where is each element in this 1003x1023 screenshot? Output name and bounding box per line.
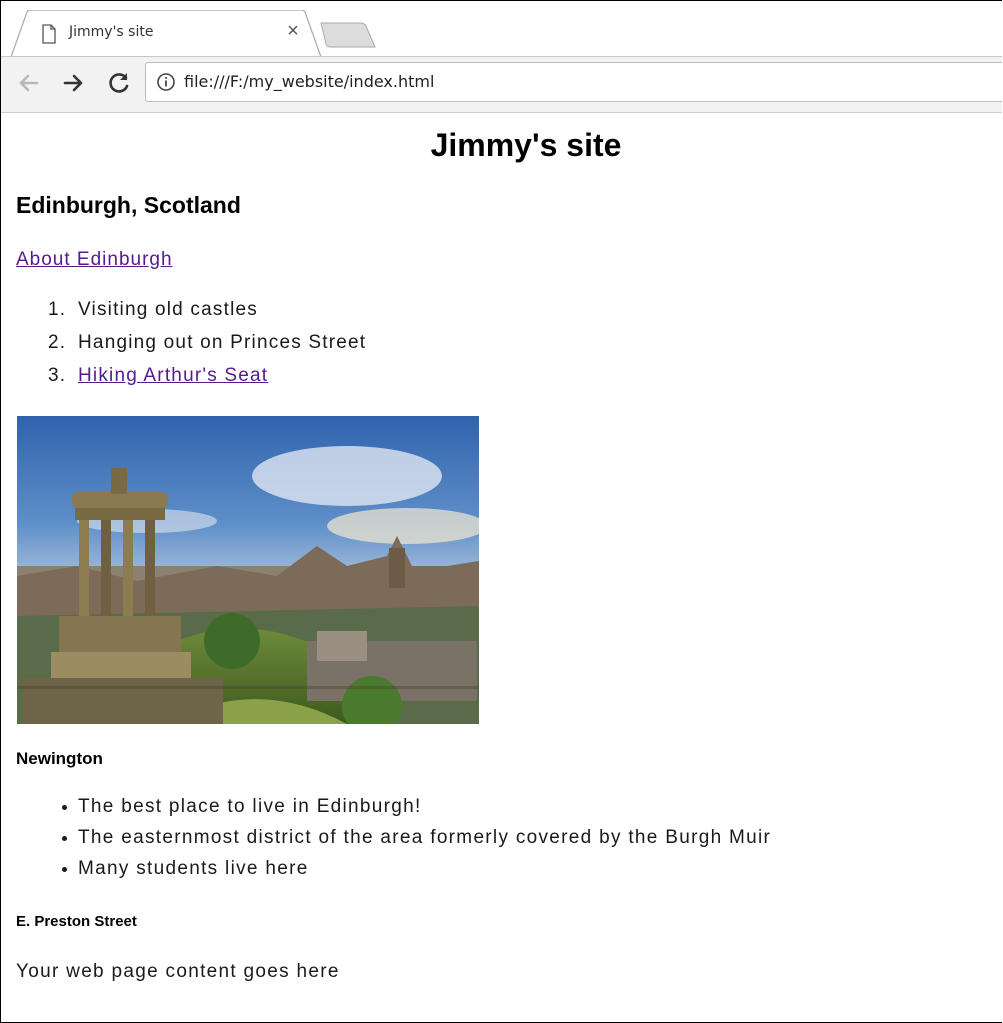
forward-arrow-icon[interactable] xyxy=(59,69,87,97)
list-item-text: Hanging out on Princes Street xyxy=(78,332,367,353)
tab-title: Jimmy's site xyxy=(69,24,154,40)
back-arrow-icon[interactable] xyxy=(15,69,43,97)
page-title: Jimmy's site xyxy=(430,127,622,163)
bullet-icon xyxy=(62,836,67,841)
tab-shape xyxy=(11,10,322,57)
new-tab-icon[interactable] xyxy=(319,22,377,48)
list-number: 2. xyxy=(48,332,67,353)
content-paragraph: Your web page content goes here xyxy=(16,961,340,982)
page-icon xyxy=(42,24,56,44)
list-item-text: The easternmost district of the area for… xyxy=(78,827,772,848)
address-bar[interactable]: file:///F:/my_website/index.html xyxy=(145,62,1002,102)
section-heading: Edinburgh, Scotland xyxy=(16,192,241,218)
edinburgh-photo xyxy=(17,416,479,724)
url-text: file:///F:/my_website/index.html xyxy=(184,72,435,91)
close-icon[interactable]: × xyxy=(283,21,303,41)
about-edinburgh-link[interactable]: About Edinburgh xyxy=(16,249,173,271)
list-number: 1. xyxy=(48,299,67,320)
tab-active[interactable]: Jimmy's site × xyxy=(11,10,322,57)
list-item-text: Visiting old castles xyxy=(78,299,258,320)
browser-toolbar: file:///F:/my_website/index.html xyxy=(1,56,1002,113)
browser-window: Jimmy's site × file:///F:/my_website/ind… xyxy=(0,0,1002,1023)
street-heading: E. Preston Street xyxy=(16,913,137,930)
reload-icon[interactable] xyxy=(105,69,133,97)
list-item-text: The best place to live in Edinburgh! xyxy=(78,796,422,817)
bullet-icon xyxy=(62,805,67,810)
list-number: 3. xyxy=(48,365,67,386)
hiking-arthurs-seat-link[interactable]: Hiking Arthur's Seat xyxy=(78,365,268,387)
list-item-text: Many students live here xyxy=(78,858,309,879)
tab-strip: Jimmy's site × xyxy=(1,1,1002,57)
newington-heading: Newington xyxy=(16,749,103,768)
info-icon[interactable] xyxy=(156,72,176,92)
bullet-icon xyxy=(62,867,67,872)
page-content: Jimmy's site Edinburgh, Scotland About E… xyxy=(1,113,1002,1022)
